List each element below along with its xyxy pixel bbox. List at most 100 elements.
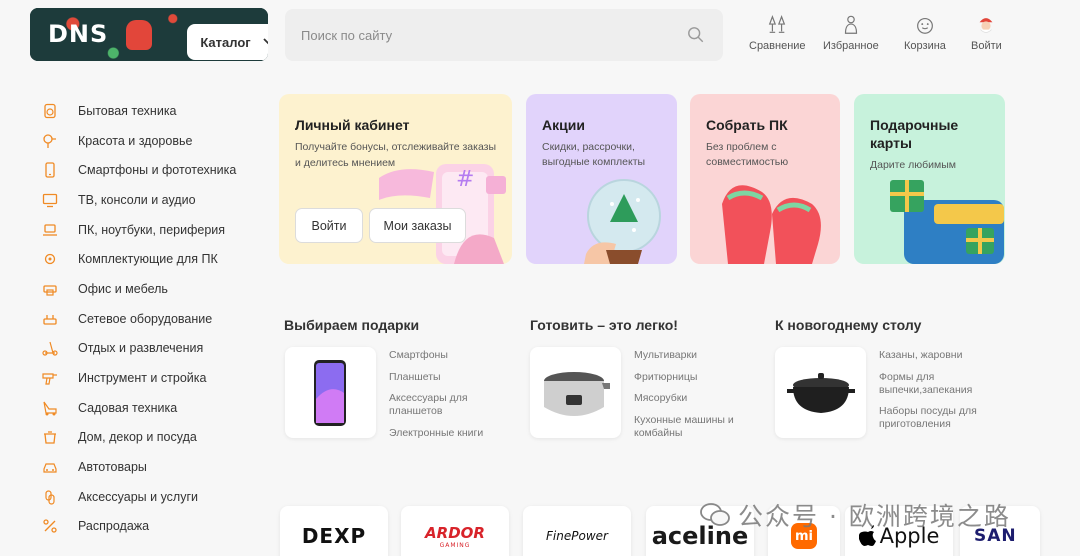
sidebar-item-label: Распродажа bbox=[78, 519, 150, 534]
sidebar-item-label: Садовая техника bbox=[78, 400, 178, 415]
sidebar-item-sale[interactable]: Распродажа bbox=[40, 512, 270, 542]
search-icon[interactable] bbox=[687, 26, 705, 44]
promo-subtitle: Скидки, рассрочки, bbox=[542, 141, 635, 153]
section-link[interactable]: Смартфоны bbox=[389, 349, 529, 362]
category-sidebar: Бытовая техника Красота и здоровье Смарт… bbox=[40, 96, 270, 541]
section-link[interactable]: Казаны, жаровни bbox=[879, 349, 991, 362]
favorites-label: Избранное bbox=[823, 40, 879, 52]
account-login-button[interactable]: Войти bbox=[295, 208, 363, 243]
promo-card-sales[interactable]: Акции Скидки, рассрочки, выгодные компле… bbox=[526, 94, 677, 264]
cookware-thumb-icon bbox=[787, 373, 855, 413]
section-link[interactable]: Аксессуары для планшетов bbox=[389, 392, 479, 418]
sidebar-item-label: ПК, ноутбуки, периферия bbox=[78, 222, 226, 237]
section-link[interactable]: Кухонные машины и комбайны bbox=[634, 414, 744, 440]
tv-icon bbox=[40, 190, 60, 210]
mittens-icon bbox=[722, 185, 821, 264]
brand-sublabel: GAMING bbox=[439, 541, 471, 549]
section-thumb-cooking[interactable] bbox=[530, 347, 621, 438]
promo-title: карты bbox=[870, 135, 912, 151]
brand-label: ARDOR bbox=[425, 523, 485, 542]
car-icon bbox=[40, 457, 60, 477]
sidebar-item-label: ТВ, консоли и аудио bbox=[78, 192, 196, 207]
sidebar-item-label: Отдых и развлечения bbox=[78, 341, 204, 356]
sidebar-item-auto[interactable]: Автотовары bbox=[40, 452, 270, 482]
section-links-cooking: Мультиварки Фритюрницы Мясорубки Кухонны… bbox=[634, 349, 744, 448]
drill-icon bbox=[40, 368, 60, 388]
laptop-icon bbox=[40, 220, 60, 240]
logo-banner[interactable]: DNS Каталог bbox=[30, 8, 268, 61]
brand-ardor[interactable]: ARDOR GAMING bbox=[401, 506, 509, 556]
brand-finepower[interactable]: FinePower bbox=[523, 506, 631, 556]
sidebar-item-tools[interactable]: Инструмент и стройка bbox=[40, 363, 270, 393]
promo-title: Личный кабинет bbox=[295, 117, 410, 133]
section-link[interactable]: Мультиварки bbox=[634, 349, 744, 362]
sidebar-item-label: Красота и здоровье bbox=[78, 133, 193, 148]
compare-button[interactable]: Сравнение bbox=[749, 14, 806, 52]
chevron-down-icon bbox=[263, 35, 268, 49]
promo-card-build-pc[interactable]: Собрать ПК Без проблем с совместимостью bbox=[690, 94, 840, 264]
login-button[interactable]: Войти bbox=[971, 14, 1002, 52]
section-link[interactable]: Формы для выпечки,запекания bbox=[879, 371, 991, 397]
section-link[interactable]: Планшеты bbox=[389, 371, 529, 384]
search-bar bbox=[285, 9, 723, 61]
wechat-watermark: 公众号 · 欧洲跨境之路 bbox=[700, 497, 1011, 533]
promo-title: Собрать ПК bbox=[706, 117, 788, 133]
promo-title: Акции bbox=[542, 117, 585, 133]
sidebar-item-appliances[interactable]: Бытовая техника bbox=[40, 96, 270, 126]
sidebar-item-office[interactable]: Офис и мебель bbox=[40, 274, 270, 304]
dns-logo: DNS bbox=[48, 20, 109, 48]
my-orders-button[interactable]: Мои заказы bbox=[369, 208, 466, 243]
wechat-icon bbox=[700, 503, 730, 526]
sidebar-item-label: Дом, декор и посуда bbox=[78, 430, 197, 445]
favorites-button[interactable]: Избранное bbox=[823, 14, 879, 52]
chip-icon bbox=[40, 249, 60, 269]
compare-label: Сравнение bbox=[749, 40, 806, 52]
brand-dexp[interactable]: DEXP bbox=[280, 506, 388, 556]
favorite-icon bbox=[844, 15, 857, 34]
mitten-icon bbox=[126, 20, 152, 50]
appliance-icon bbox=[40, 101, 60, 121]
sidebar-item-label: Офис и мебель bbox=[78, 281, 168, 296]
promo-subtitle: Без проблем с bbox=[706, 141, 777, 153]
multicooker-thumb-icon bbox=[544, 372, 610, 416]
pot-icon bbox=[40, 427, 60, 447]
section-thumb-gifts[interactable] bbox=[285, 347, 376, 438]
sidebar-item-network[interactable]: Сетевое оборудование bbox=[40, 304, 270, 334]
catalog-button[interactable]: Каталог bbox=[187, 24, 268, 60]
mower-icon bbox=[40, 398, 60, 418]
catalog-label: Каталог bbox=[200, 34, 251, 50]
sidebar-item-label: Смартфоны и фототехника bbox=[78, 163, 237, 178]
sidebar-item-label: Инструмент и стройка bbox=[78, 371, 207, 386]
section-link[interactable]: Фритюрницы bbox=[634, 371, 744, 384]
login-label: Войти bbox=[971, 40, 1002, 52]
snow-globe-icon bbox=[584, 179, 661, 264]
brand-label: DEXP bbox=[301, 524, 367, 548]
svg-text:#: # bbox=[456, 167, 474, 192]
brand-label: FinePower bbox=[546, 529, 608, 543]
compare-icon bbox=[769, 15, 786, 33]
watermark-text: 公众号 · 欧洲跨境之路 bbox=[738, 502, 1011, 531]
sidebar-item-tv[interactable]: ТВ, консоли и аудио bbox=[40, 185, 270, 215]
promo-subtitle: совместимостью bbox=[706, 156, 789, 168]
sidebar-item-home[interactable]: Дом, декор и посуда bbox=[40, 423, 270, 453]
sidebar-item-beauty[interactable]: Красота и здоровье bbox=[40, 126, 270, 156]
section-link[interactable]: Электронные книги bbox=[389, 427, 529, 440]
section-link[interactable]: Наборы посуды для приготовления bbox=[879, 405, 991, 431]
percent-icon bbox=[40, 516, 60, 536]
sidebar-item-smartphones[interactable]: Смартфоны и фототехника bbox=[40, 155, 270, 185]
sidebar-item-pc[interactable]: ПК, ноутбуки, периферия bbox=[40, 215, 270, 245]
sidebar-item-components[interactable]: Комплектующие для ПК bbox=[40, 244, 270, 274]
cart-icon bbox=[917, 17, 933, 34]
promo-card-gift-cards[interactable]: Подарочные карты Дарите любимым bbox=[854, 94, 1005, 264]
section-title-table: К новогоднему столу bbox=[775, 317, 922, 333]
sidebar-item-accessories[interactable]: Аксессуары и услуги bbox=[40, 482, 270, 512]
sidebar-item-leisure[interactable]: Отдых и развлечения bbox=[40, 334, 270, 364]
search-input[interactable] bbox=[285, 9, 723, 61]
section-thumb-table[interactable] bbox=[775, 347, 866, 438]
section-link[interactable]: Мясорубки bbox=[634, 392, 744, 405]
sidebar-item-garden[interactable]: Садовая техника bbox=[40, 393, 270, 423]
printer-icon bbox=[40, 279, 60, 299]
promo-subtitle: выгодные комплекты bbox=[542, 156, 646, 168]
cart-button[interactable]: Корзина bbox=[904, 14, 946, 52]
promo-subtitle: Дарите любимым bbox=[870, 159, 956, 171]
